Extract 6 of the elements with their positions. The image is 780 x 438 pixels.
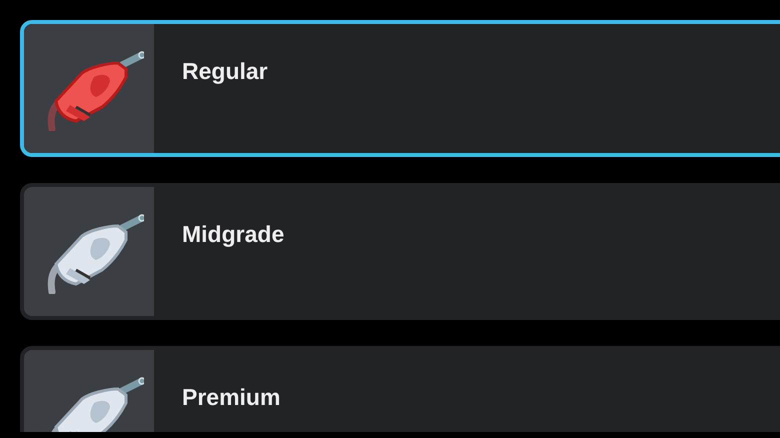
- fuel-option-card[interactable]: Regular: [20, 20, 780, 157]
- fuel-grade-label: Premium: [182, 384, 280, 410]
- fuel-grade-label: Regular: [182, 58, 268, 84]
- fuel-option-card[interactable]: Premium: [20, 346, 780, 432]
- fuel-option-card[interactable]: Midgrade: [20, 183, 780, 320]
- fuel-grade-label: Midgrade: [182, 221, 284, 247]
